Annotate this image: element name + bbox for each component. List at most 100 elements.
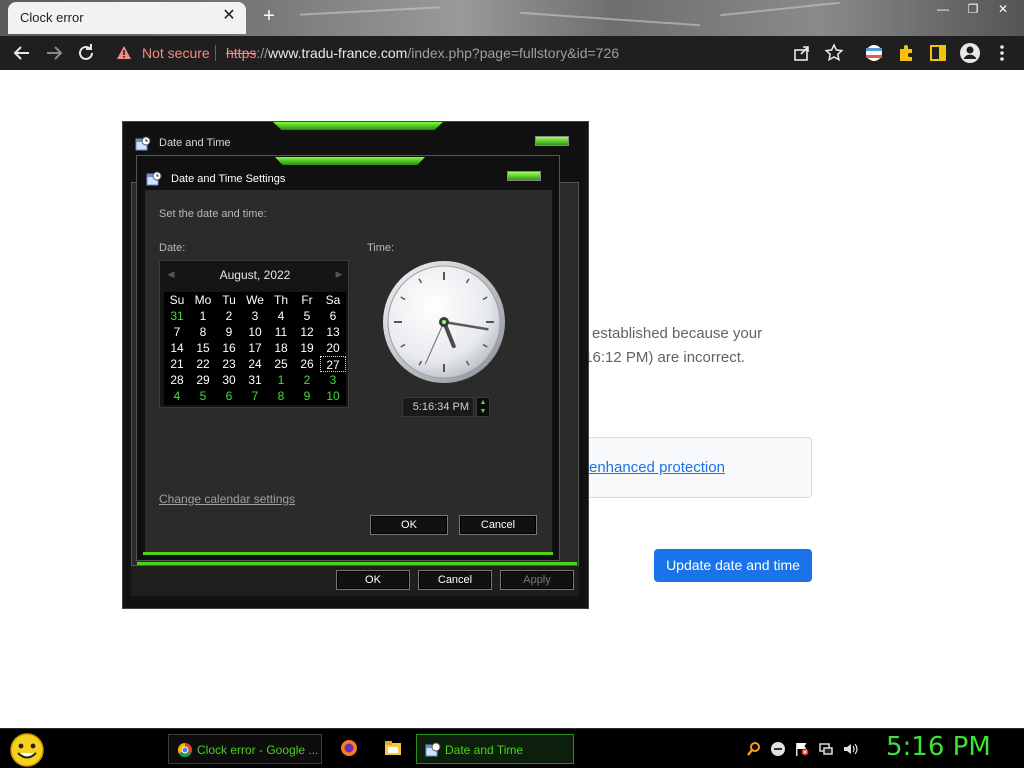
settings-ok-button[interactable]: OK — [370, 515, 448, 535]
calendar-day[interactable]: 20 — [320, 340, 346, 356]
calendar-day[interactable]: 8 — [268, 388, 294, 404]
weekday-header: Th — [273, 293, 288, 307]
next-month-icon[interactable]: ▶ — [332, 267, 346, 281]
calendar-day[interactable]: 26 — [294, 356, 320, 372]
calendar-day[interactable]: 11 — [268, 324, 294, 340]
calendar-day[interactable]: 10 — [242, 324, 268, 340]
action-center-flag-icon[interactable] — [794, 741, 810, 757]
calendar-day[interactable]: 9 — [216, 324, 242, 340]
calendar-month-year[interactable]: August, 2022 — [160, 268, 350, 282]
file-explorer-icon[interactable] — [384, 739, 402, 757]
calendar-day[interactable]: 14 — [164, 340, 190, 356]
calendar-day[interactable]: 5 — [190, 388, 216, 404]
outer-ok-button[interactable]: OK — [336, 570, 410, 590]
taskbar-clock[interactable]: 5:16 PM — [886, 732, 991, 762]
taskbar: Clock error - Google ... Date and Time 5… — [0, 728, 1024, 768]
calendar-day[interactable]: 3 — [320, 372, 346, 388]
change-calendar-settings-link[interactable]: Change calendar settings — [159, 492, 295, 506]
calendar-day[interactable]: 25 — [268, 356, 294, 372]
taskbar-date-time-label: Date and Time — [445, 743, 524, 757]
calendar-day[interactable]: 1 — [268, 372, 294, 388]
calendar-day[interactable]: 7 — [164, 324, 190, 340]
close-pill-icon[interactable] — [507, 171, 541, 181]
calendar-clock-icon — [135, 136, 151, 151]
close-pill-icon[interactable] — [535, 136, 569, 146]
calendar-day[interactable]: 16 — [216, 340, 242, 356]
background-streak — [520, 11, 700, 27]
calendar-day[interactable]: 31 — [164, 308, 190, 324]
calendar-day[interactable]: 10 — [320, 388, 346, 404]
calendar-day[interactable]: 2 — [216, 308, 242, 324]
bookmark-star-icon[interactable] — [822, 41, 846, 65]
firefox-icon[interactable] — [340, 739, 358, 757]
bottom-glow — [137, 562, 577, 565]
calendar-day[interactable]: 28 — [164, 372, 190, 388]
calendar-day[interactable]: 2 — [294, 372, 320, 388]
restore-button[interactable]: ❐ — [958, 0, 988, 18]
spin-up-icon[interactable]: ▲ — [478, 399, 488, 407]
time-input[interactable]: 5:16:34 PM — [402, 397, 474, 417]
time-spinner[interactable]: ▲ ▼ — [476, 397, 490, 417]
reload-icon[interactable] — [74, 41, 98, 65]
back-arrow-icon[interactable] — [10, 41, 34, 65]
forward-arrow-icon[interactable] — [42, 41, 66, 65]
taskbar-chrome-window[interactable]: Clock error - Google ... — [168, 734, 322, 764]
update-date-time-button[interactable]: Update date and time — [654, 549, 812, 582]
calendar-day[interactable]: 6 — [320, 308, 346, 324]
new-tab-button[interactable]: + — [258, 5, 280, 27]
outer-cancel-button[interactable]: Cancel — [418, 570, 492, 590]
browser-tab-strip: Clock error ✕ + — ❐ ✕ — [0, 0, 1024, 36]
network-icon[interactable] — [818, 741, 834, 757]
volume-icon[interactable] — [842, 741, 858, 757]
calendar-day[interactable]: 6 — [216, 388, 242, 404]
calendar-day[interactable]: 4 — [164, 388, 190, 404]
calendar-day[interactable]: 7 — [242, 388, 268, 404]
calendar-day[interactable]: 19 — [294, 340, 320, 356]
messenger-icon[interactable] — [770, 741, 786, 757]
tab-close-icon[interactable]: ✕ — [220, 7, 238, 25]
date-label: Date: — [159, 242, 186, 254]
flag-extension-icon[interactable] — [862, 41, 886, 65]
error-text-line2: :16:12 PM) are incorrect. — [580, 349, 746, 366]
calendar-day[interactable]: 8 — [190, 324, 216, 340]
calendar-day[interactable]: 23 — [216, 356, 242, 372]
calendar-day[interactable]: 31 — [242, 372, 268, 388]
spin-down-icon[interactable]: ▼ — [478, 408, 488, 416]
calendar-day[interactable]: 15 — [190, 340, 216, 356]
settings-cancel-button[interactable]: Cancel — [459, 515, 537, 535]
url-host: www.tradu-france.com — [268, 45, 408, 61]
search-icon[interactable] — [746, 741, 762, 757]
minimize-button[interactable]: — — [928, 0, 958, 18]
calendar-day[interactable]: 5 — [294, 308, 320, 324]
calendar-day[interactable]: 29 — [190, 372, 216, 388]
calendar-day[interactable]: 30 — [216, 372, 242, 388]
side-panel-icon[interactable] — [926, 41, 950, 65]
calendar-day[interactable]: 9 — [294, 388, 320, 404]
calendar-day[interactable]: 18 — [268, 340, 294, 356]
calendar-day[interactable]: 17 — [242, 340, 268, 356]
tab-clock-error[interactable]: Clock error ✕ — [8, 2, 246, 34]
calendar-day[interactable]: 3 — [242, 308, 268, 324]
calendar-day[interactable]: 12 — [294, 324, 320, 340]
calendar-day[interactable]: 22 — [190, 356, 216, 372]
outer-apply-button[interactable]: Apply — [500, 570, 574, 590]
extensions-puzzle-icon[interactable] — [894, 41, 918, 65]
not-secure-label[interactable]: Not secure — [142, 45, 210, 61]
calendar-day[interactable]: 21 — [164, 356, 190, 372]
url-text[interactable]: https://www.tradu-france.com/index.php?p… — [226, 45, 619, 61]
profile-avatar-icon[interactable] — [958, 41, 982, 65]
close-window-button[interactable]: ✕ — [988, 0, 1018, 18]
taskbar-date-time-window[interactable]: Date and Time — [416, 734, 574, 764]
calendar-day[interactable]: 24 — [242, 356, 268, 372]
calendar-day[interactable]: 27 — [320, 356, 346, 372]
time-label: Time: — [367, 242, 395, 254]
address-bar[interactable]: Not secure https://www.tradu-france.com/… — [108, 39, 848, 67]
start-smiley-icon[interactable] — [8, 732, 46, 768]
calendar-day[interactable]: 13 — [320, 324, 346, 340]
calendar-day[interactable]: 4 — [268, 308, 294, 324]
menu-kebab-icon[interactable] — [990, 41, 1014, 65]
enhanced-protection-link[interactable]: enhanced protection — [589, 459, 725, 476]
share-icon[interactable] — [790, 41, 814, 65]
calendar-day[interactable]: 1 — [190, 308, 216, 324]
tab-title: Clock error — [20, 10, 84, 25]
